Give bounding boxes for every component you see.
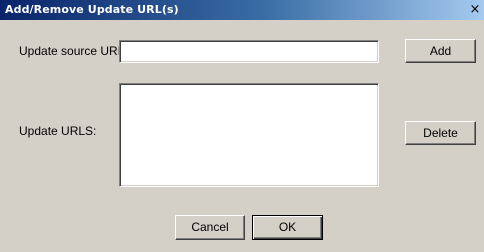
source-url-field[interactable]	[119, 40, 379, 63]
delete-button-label: Delete	[423, 126, 458, 140]
source-url-label: Update source URL:	[19, 44, 128, 58]
source-url-input[interactable]	[120, 41, 378, 62]
ok-button[interactable]: OK	[252, 215, 323, 240]
close-icon[interactable]: ×	[468, 1, 482, 18]
update-urls-label: Update URLS:	[19, 124, 97, 138]
cancel-button-label: Cancel	[191, 220, 229, 234]
add-button-label: Add	[429, 44, 452, 58]
delete-button[interactable]: Delete	[405, 121, 476, 145]
title-bar[interactable]: Add/Remove Update URL(s) ×	[0, 0, 484, 20]
ok-button-label: OK	[278, 220, 297, 234]
add-button[interactable]: Add	[405, 39, 476, 63]
dialog-window: Add/Remove Update URL(s) × Update source…	[0, 0, 484, 252]
cancel-button[interactable]: Cancel	[175, 215, 245, 240]
dialog-title: Add/Remove Update URL(s)	[5, 3, 179, 16]
update-urls-list[interactable]	[119, 83, 379, 187]
